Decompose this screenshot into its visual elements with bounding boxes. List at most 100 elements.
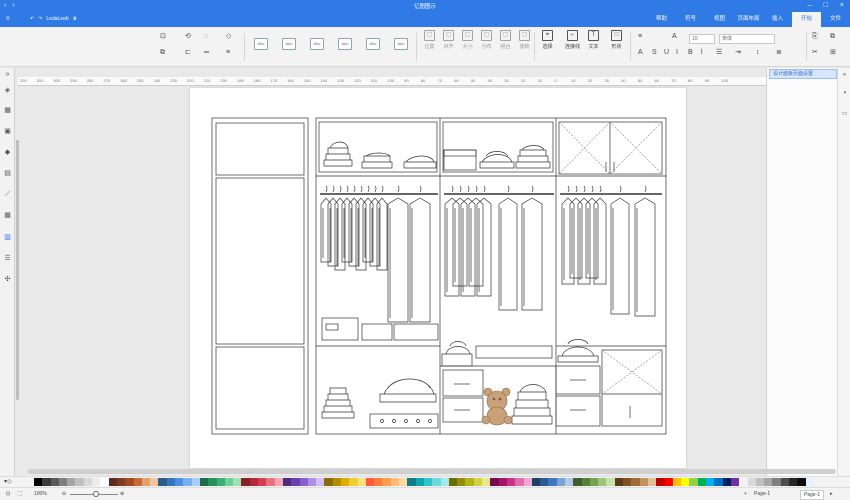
undo-icon[interactable]: ↶ (30, 15, 34, 24)
color-swatch[interactable] (357, 478, 366, 486)
filter-icon[interactable]: ☰ (2, 254, 13, 264)
color-swatch[interactable] (58, 478, 68, 486)
align-left-icon[interactable]: ≣ (776, 49, 782, 57)
fill-dropper-icon[interactable]: ▾◇ (4, 478, 12, 485)
paste-icon[interactable]: ⎘ (812, 33, 818, 41)
color-swatch[interactable] (266, 478, 275, 486)
format-painter-icon[interactable]: ⊡ (160, 33, 166, 41)
color-swatch[interactable] (647, 478, 657, 486)
color-swatch[interactable] (789, 478, 798, 486)
fullscreen-icon[interactable]: ⛶ (18, 490, 22, 498)
fit-page-icon[interactable]: ⊡ (6, 490, 10, 498)
color-swatch[interactable] (432, 478, 441, 486)
canvas-page[interactable] (190, 88, 686, 468)
color-swatch[interactable] (241, 478, 250, 486)
page-icon[interactable]: ▤ (2, 169, 13, 179)
design-panel-tab[interactable]: 设计面板页面设置 (769, 69, 837, 79)
color-swatch[interactable] (324, 478, 333, 486)
table-icon[interactable]: ▦ (2, 211, 13, 221)
tab-5[interactable]: 开始 (792, 12, 821, 27)
color-swatch[interactable] (739, 478, 748, 486)
tool-1[interactable]: ⌐ 连接线 (565, 30, 580, 50)
tab-4[interactable]: 插入 (763, 12, 792, 27)
color-swatch[interactable] (423, 478, 433, 486)
clone-icon[interactable]: ⧉ (160, 49, 165, 57)
chart-icon[interactable]: ⟋ (2, 190, 13, 200)
fill-icon[interactable]: ◇ (226, 33, 231, 41)
arrange-tool[interactable]: ▢ 组合 (500, 30, 511, 50)
outline-icon[interactable]: ▭ (840, 110, 849, 117)
color-swatch[interactable] (158, 478, 167, 486)
color-swatch[interactable] (50, 478, 59, 486)
left-cabinet[interactable] (211, 117, 309, 435)
network-icon[interactable]: ✣ (2, 275, 13, 285)
color-swatch[interactable] (340, 478, 350, 486)
color-swatch[interactable] (199, 478, 209, 486)
tab-6[interactable]: 文件 (821, 12, 850, 27)
color-swatch[interactable] (374, 478, 383, 486)
expand-icon[interactable]: » (2, 70, 13, 80)
shadow-icon[interactable]: ≡ (226, 49, 230, 57)
color-swatch[interactable] (100, 478, 109, 486)
font-size-select[interactable]: 10 (689, 34, 715, 44)
color-swatch[interactable] (208, 478, 217, 486)
color-swatch[interactable] (299, 478, 308, 486)
color-swatch[interactable] (92, 478, 101, 486)
color-swatch[interactable] (548, 478, 557, 486)
color-swatch[interactable] (490, 478, 499, 486)
color-swatch[interactable] (540, 478, 549, 486)
italic-button[interactable]: I (676, 49, 678, 57)
arrange-tool[interactable]: ▢ 大小 (462, 30, 473, 50)
font-size-up-icon[interactable]: A (672, 33, 677, 41)
fill-bucket-icon[interactable]: ◈ (2, 86, 13, 96)
color-swatch[interactable] (282, 478, 292, 486)
minimize-icon[interactable]: – (808, 1, 812, 11)
text-align-icon[interactable]: ≡ (638, 33, 642, 41)
color-swatch[interactable] (307, 478, 317, 486)
collapse-icon[interactable]: « (840, 72, 849, 78)
color-swatch[interactable] (531, 478, 541, 486)
color-swatch[interactable] (108, 478, 117, 486)
layout-icon[interactable]: ▥ (2, 233, 13, 243)
color-swatch[interactable] (448, 478, 458, 486)
color-swatch[interactable] (382, 478, 391, 486)
bold-button[interactable]: B (688, 49, 693, 57)
style-swatch[interactable]: Abc (254, 38, 268, 50)
color-swatch[interactable] (175, 478, 184, 486)
color-swatch[interactable] (623, 478, 632, 486)
highlight-icon[interactable]: ⌇ (700, 49, 703, 57)
color-swatch[interactable] (523, 478, 532, 486)
image-icon[interactable]: ▣ (2, 127, 13, 137)
arrange-tool[interactable]: ▢ 位置 (424, 30, 435, 50)
clipboard-icon[interactable]: ⊞ (830, 49, 836, 57)
tool-3[interactable]: □ 形状 (611, 30, 622, 50)
tab-1[interactable]: 符号 (676, 12, 705, 27)
style-icon[interactable]: ◑ (840, 90, 849, 96)
layers-icon[interactable]: ◆ (2, 148, 13, 158)
line-weight-icon[interactable]: ═ (204, 49, 209, 57)
color-swatch[interactable] (473, 478, 483, 486)
style-swatch[interactable]: Abc (338, 38, 352, 50)
color-swatch[interactable] (440, 478, 449, 486)
color-swatch[interactable] (233, 478, 242, 486)
color-swatch[interactable] (664, 478, 673, 486)
redo-icon[interactable]: ↷ (38, 15, 42, 24)
horizontal-scrollbar[interactable] (28, 469, 836, 474)
tab-2[interactable]: 视图 (705, 12, 734, 27)
arrange-tool[interactable]: ▢ 旋转 (519, 30, 530, 50)
line-color-icon[interactable]: ◌ (204, 33, 208, 41)
color-swatch[interactable] (797, 478, 806, 486)
color-swatch[interactable] (573, 478, 582, 486)
page-menu-icon[interactable]: ▸ (830, 490, 833, 498)
user-name[interactable]: LedaLeeb (46, 15, 68, 24)
color-swatch[interactable] (274, 478, 283, 486)
color-swatch[interactable] (34, 478, 43, 486)
indent-icon[interactable]: ⇥ (735, 49, 741, 57)
color-swatch[interactable] (183, 478, 192, 486)
color-swatch[interactable] (407, 478, 416, 486)
color-swatch[interactable] (780, 478, 790, 486)
add-page-icon[interactable]: + (744, 490, 747, 498)
color-swatch[interactable] (639, 478, 648, 486)
color-swatch[interactable] (689, 478, 698, 486)
color-swatch[interactable] (349, 478, 358, 486)
